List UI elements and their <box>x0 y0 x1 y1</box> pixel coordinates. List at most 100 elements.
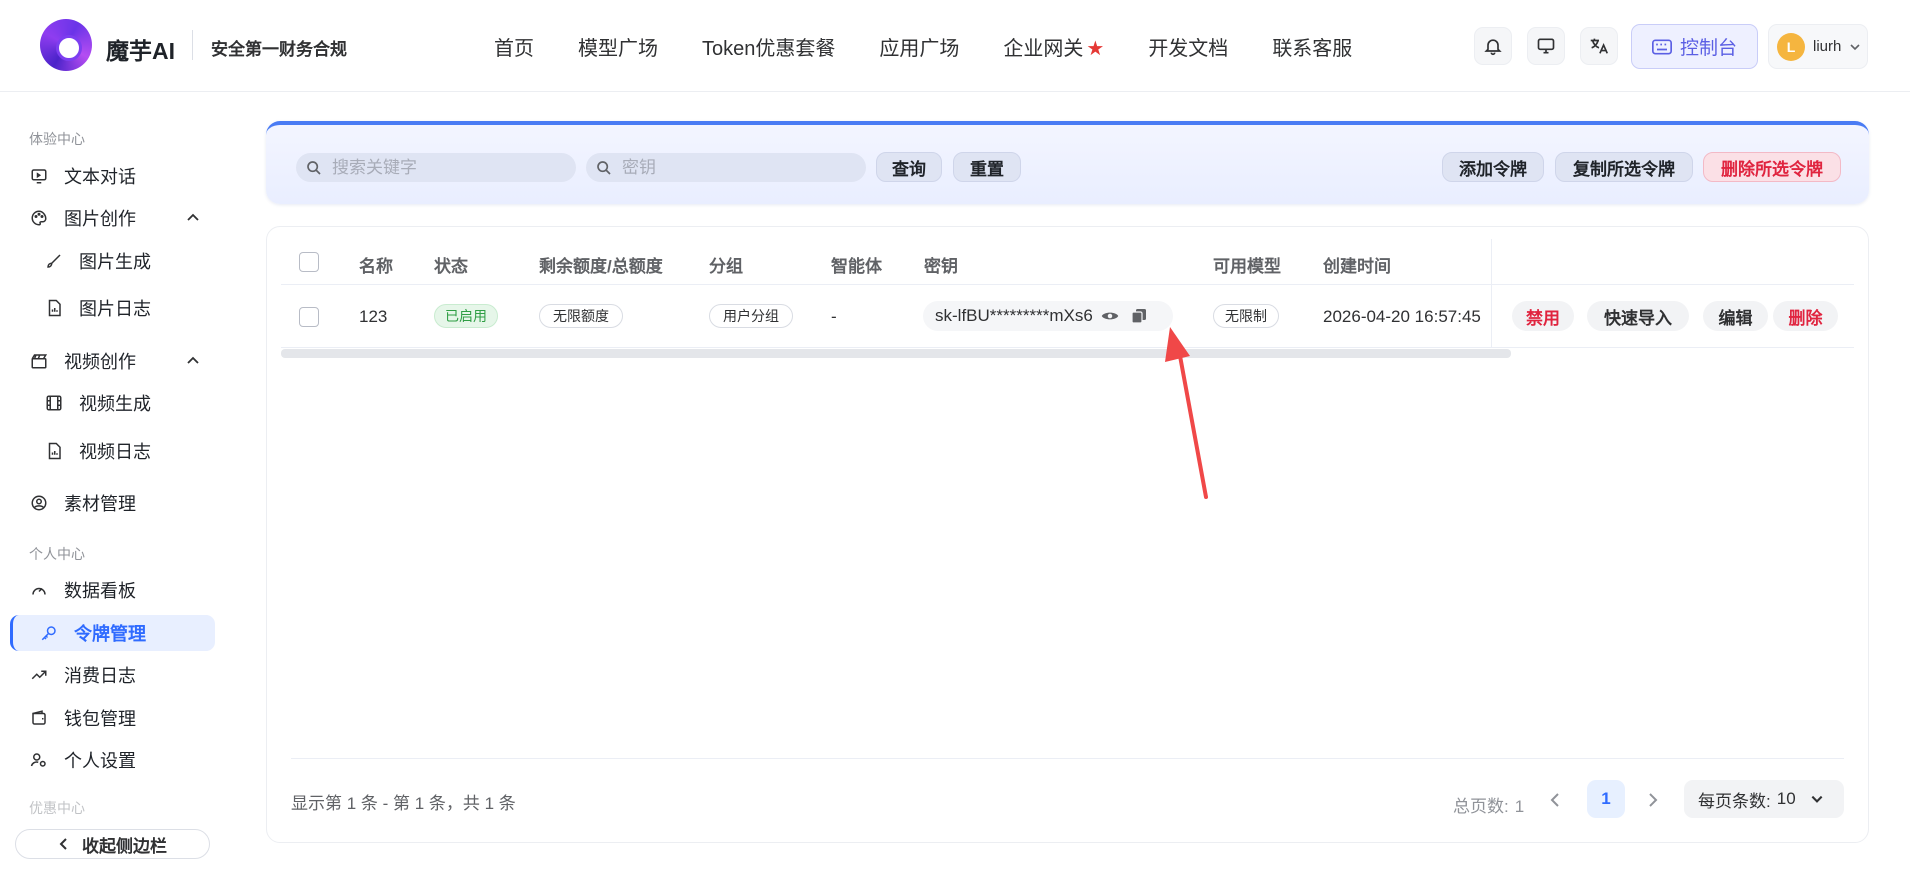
masked-key-text: sk-lfBU*********mXs6 <box>935 306 1093 325</box>
keyword-search-field[interactable] <box>296 153 576 182</box>
column-header-agent[interactable]: 智能体 <box>831 252 882 277</box>
notification-button[interactable] <box>1474 27 1512 65</box>
add-token-button[interactable]: 添加令牌 <box>1442 152 1544 182</box>
sidebar-item-video-create[interactable]: 视频创作 <box>10 343 215 379</box>
row-checkbox[interactable] <box>299 307 319 327</box>
cell-agent: - <box>831 307 837 326</box>
wallet-icon <box>29 708 49 728</box>
top-header: 魔芋AI 安全第一财务合规 首页 模型广场 Token优惠套餐 应用广场 企业网… <box>0 0 1910 92</box>
prev-page-button[interactable] <box>1543 788 1567 812</box>
query-button[interactable]: 查询 <box>876 152 942 182</box>
column-header-created[interactable]: 创建时间 <box>1323 252 1391 277</box>
delete-selected-tokens-button[interactable]: 删除所选令牌 <box>1703 152 1841 182</box>
models-badge: 无限制 <box>1213 304 1279 328</box>
avatar: L <box>1777 32 1805 61</box>
sidebar-item-text-chat[interactable]: 文本对话 <box>10 158 215 194</box>
console-button[interactable]: 控制台 <box>1631 24 1758 69</box>
logo-text[interactable]: 魔芋AI <box>106 32 175 66</box>
total-pages-value: 1 <box>1514 797 1525 816</box>
sidebar-item-wallet[interactable]: 钱包管理 <box>10 700 215 736</box>
sidebar-item-settings[interactable]: 个人设置 <box>10 742 215 778</box>
file-chart-icon <box>44 298 64 318</box>
cell-created-time: 2026-04-20 16:57:45 <box>1323 307 1481 326</box>
user-circle-icon <box>29 493 49 513</box>
reset-button[interactable]: 重置 <box>953 152 1021 182</box>
logo-icon[interactable] <box>40 19 92 71</box>
sidebar-item-image-log[interactable]: 图片日志 <box>10 290 215 326</box>
key-search-field[interactable] <box>586 153 866 182</box>
collapse-sidebar-button[interactable]: 收起侧边栏 <box>15 829 210 859</box>
page-number-current[interactable]: 1 <box>1587 780 1625 818</box>
search-icon <box>597 160 611 175</box>
nav-app-plaza[interactable]: 应用广场 <box>879 32 959 61</box>
next-page-button[interactable] <box>1641 788 1665 812</box>
keyword-search-input[interactable] <box>332 157 532 178</box>
column-header-models[interactable]: 可用模型 <box>1213 252 1281 277</box>
column-header-key[interactable]: 密钥 <box>924 252 958 277</box>
sidebar-item-token-manage[interactable]: 令牌管理 <box>10 615 215 651</box>
chevron-down-icon <box>1811 795 1823 803</box>
chevron-up-icon <box>187 213 199 221</box>
quick-import-button[interactable]: 快速导入 <box>1587 301 1689 331</box>
section-experience: 体验中心 <box>29 131 85 147</box>
language-button[interactable] <box>1580 27 1618 65</box>
sidebar-item-consume-log[interactable]: 消费日志 <box>10 657 215 693</box>
nav-dev-docs[interactable]: 开发文档 <box>1148 32 1228 61</box>
page-size-select[interactable]: 每页条数: 10 <box>1684 780 1844 818</box>
pagination-info: 显示第 1 条 - 第 1 条，共 1 条 <box>291 794 516 813</box>
nav-model-plaza[interactable]: 模型广场 <box>578 32 658 61</box>
disable-button[interactable]: 禁用 <box>1512 301 1574 331</box>
monitor-icon <box>1537 38 1555 54</box>
horizontal-scrollbar[interactable] <box>281 349 1511 358</box>
film-icon <box>44 393 64 413</box>
key-search-input[interactable] <box>622 157 822 178</box>
user-menu[interactable]: L liurh <box>1768 24 1868 69</box>
group-badge: 用户分组 <box>709 304 793 328</box>
nav-home[interactable]: 首页 <box>494 32 534 61</box>
display-button[interactable] <box>1527 27 1565 65</box>
sidebar-item-video-log[interactable]: 视频日志 <box>10 433 215 469</box>
username: liurh <box>1813 38 1842 55</box>
nav-support[interactable]: 联系客服 <box>1272 32 1352 61</box>
delete-button[interactable]: 删除 <box>1773 301 1838 331</box>
search-icon <box>307 160 321 175</box>
column-header-status[interactable]: 状态 <box>434 252 468 277</box>
bell-icon <box>1484 39 1502 56</box>
sidebar-item-label: 个人设置 <box>64 751 136 771</box>
chevron-right-icon <box>1649 793 1658 807</box>
sidebar-item-image-create[interactable]: 图片创作 <box>10 200 215 236</box>
sidebar-item-label: 视频生成 <box>79 394 151 414</box>
nav-enterprise-gateway[interactable]: 企业网关 ★ <box>1003 32 1104 61</box>
sidebar-item-label: 视频创作 <box>64 352 136 372</box>
palette-icon <box>29 208 49 228</box>
star-icon: ★ <box>1086 37 1105 60</box>
nav-enterprise-gateway-label: 企业网关 <box>1003 37 1084 60</box>
chevron-left-icon <box>59 838 67 850</box>
nav-token-packages[interactable]: Token优惠套餐 <box>702 32 835 61</box>
sidebar-item-dashboard[interactable]: 数据看板 <box>10 572 215 608</box>
gauge-icon <box>29 580 49 600</box>
sidebar-item-label: 视频日志 <box>79 442 151 462</box>
edit-button[interactable]: 编辑 <box>1703 301 1768 331</box>
copy-icon[interactable] <box>1131 308 1147 324</box>
user-settings-icon <box>29 750 49 770</box>
sidebar-item-image-gen[interactable]: 图片生成 <box>10 243 215 279</box>
sidebar-item-material[interactable]: 素材管理 <box>10 485 215 521</box>
sidebar-item-label: 令牌管理 <box>74 624 146 644</box>
copy-selected-tokens-button[interactable]: 复制所选令牌 <box>1555 152 1693 182</box>
section-personal: 个人中心 <box>29 546 85 562</box>
trend-up-icon <box>29 665 49 685</box>
eye-icon[interactable] <box>1101 309 1119 323</box>
sidebar-item-video-gen[interactable]: 视频生成 <box>10 385 215 421</box>
row-divider <box>281 347 1854 348</box>
header-divider <box>281 284 1854 285</box>
select-all-checkbox[interactable] <box>299 252 319 272</box>
actions-column-divider <box>1491 239 1492 347</box>
cell-name: 123 <box>359 307 388 326</box>
column-header-group[interactable]: 分组 <box>709 252 743 277</box>
translate-icon <box>1590 38 1609 54</box>
column-header-quota[interactable]: 剩余额度/总额度 <box>539 252 663 277</box>
total-pages-label: 总页数: <box>1453 797 1509 816</box>
section-promo: 优惠中心 <box>29 800 85 816</box>
column-header-name[interactable]: 名称 <box>359 252 393 277</box>
